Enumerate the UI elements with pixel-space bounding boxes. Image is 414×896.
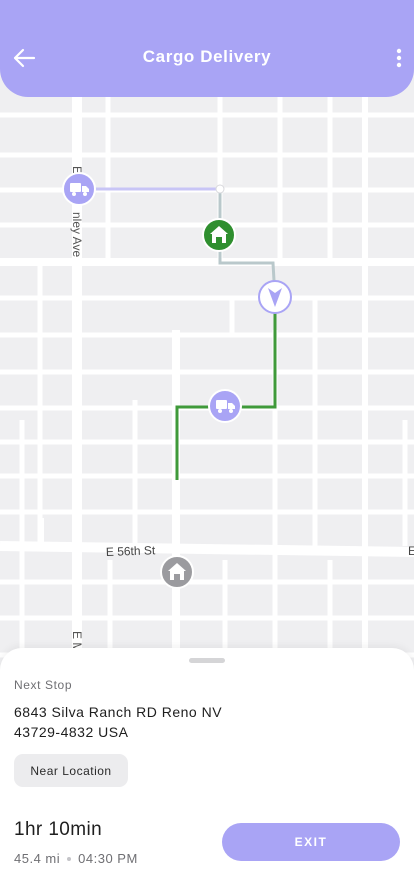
trip-details-sheet: Next Stop 6843 Silva Ranch RD Reno NV 43… (0, 648, 414, 896)
trip-meta: 45.4 mi 04:30 PM (14, 851, 138, 866)
next-stop-address: 6843 Silva Ranch RD Reno NV 43729-4832 U… (14, 702, 314, 742)
more-vertical-icon[interactable] (392, 44, 406, 72)
truck-marker-start[interactable] (62, 172, 96, 206)
separator-dot (67, 856, 72, 861)
map-view[interactable]: E nley Ave E 56th St E M E (0, 0, 414, 700)
home-marker-origin[interactable] (160, 555, 194, 589)
app-header: Cargo Delivery (0, 0, 414, 97)
street-label-horizontal-1: E 56th St (106, 543, 156, 559)
home-marker-destination[interactable] (202, 218, 236, 252)
next-stop-label: Next Stop (14, 678, 73, 692)
near-location-button[interactable]: Near Location (14, 754, 128, 787)
address-line-1: 6843 Silva Ranch RD Reno NV (14, 704, 223, 720)
sheet-drag-handle[interactable] (189, 658, 225, 663)
page-title: Cargo Delivery (142, 47, 272, 66)
street-label-vertical-1b: nley Ave (70, 212, 84, 257)
arrival-time: 04:30 PM (78, 851, 138, 866)
eta-duration: 1hr 10min (14, 819, 103, 840)
exit-button[interactable]: EXIT (222, 823, 400, 861)
street-label-right-edge: E (408, 544, 414, 558)
waypoint-dot (215, 184, 225, 194)
navigation-marker[interactable] (258, 280, 292, 314)
trip-distance: 45.4 mi (14, 851, 61, 866)
app-root: E nley Ave E 56th St E M E Cargo Deliver… (0, 0, 414, 896)
address-line-2: 43729-4832 USA (14, 724, 129, 740)
truck-marker-current[interactable] (208, 389, 242, 423)
